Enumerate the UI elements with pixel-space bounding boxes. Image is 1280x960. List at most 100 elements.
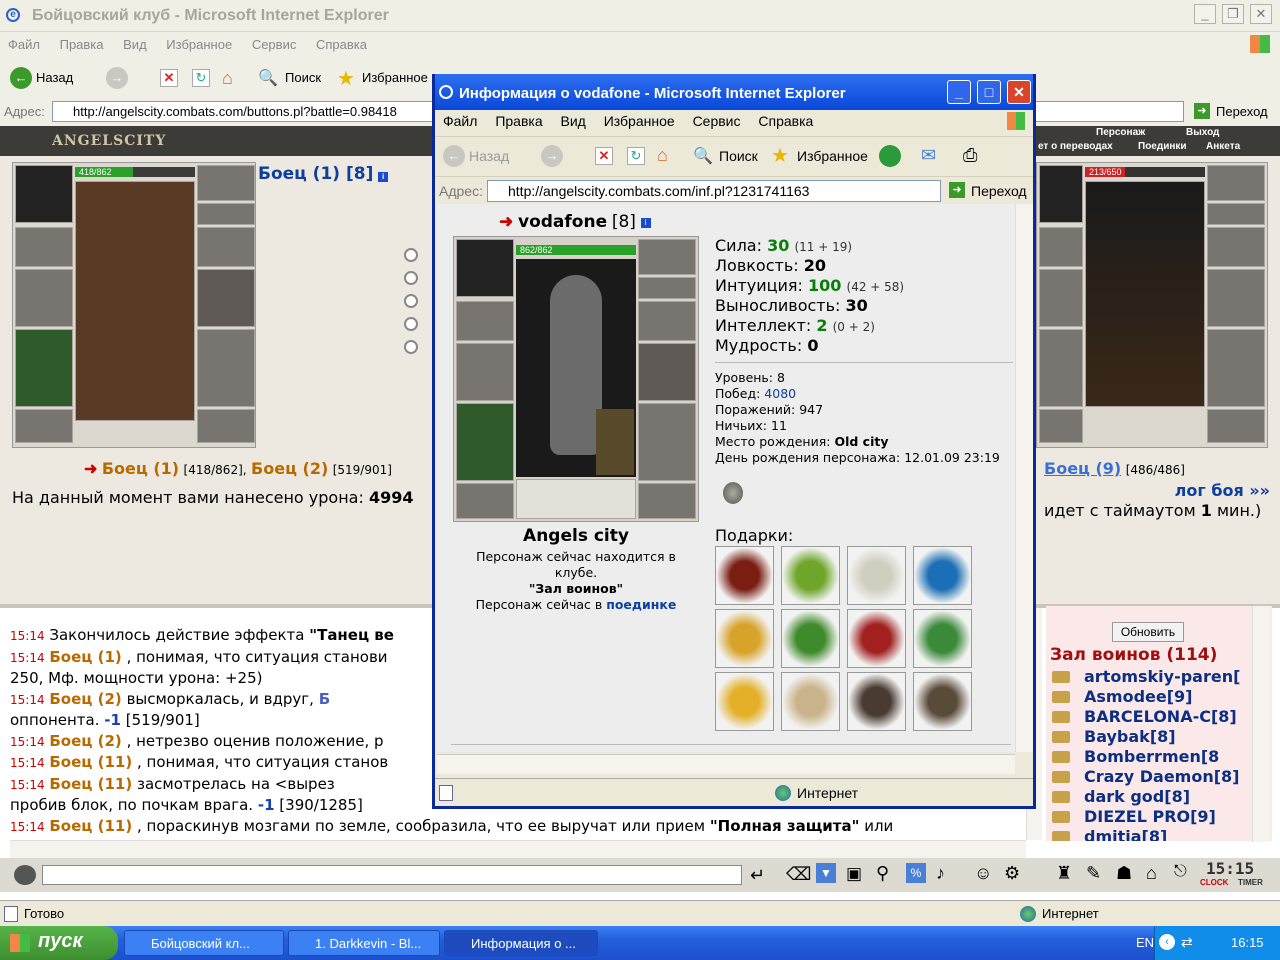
menu-favorites[interactable]: Избранное (166, 37, 232, 52)
settings-icon[interactable]: ⚙ (1004, 863, 1020, 884)
room-user[interactable]: BARCELONA-C[8] (1046, 707, 1272, 727)
blue-tree-icon[interactable] (913, 546, 972, 605)
popup-search-label[interactable]: Поиск (719, 148, 758, 164)
private-message-icon[interactable] (1052, 691, 1070, 703)
popup-hscrollbar[interactable] (437, 754, 1015, 774)
private-message-icon[interactable] (1052, 791, 1070, 803)
private-message-icon[interactable] (1052, 731, 1070, 743)
helmet-slot[interactable] (456, 239, 514, 297)
chat-fighter[interactable]: Боец (2) (49, 690, 121, 708)
rings-slot[interactable] (638, 277, 696, 299)
room-user[interactable]: artomskiy-paren[ (1046, 667, 1272, 687)
battle-log-link[interactable]: лог боя »» (1044, 481, 1270, 500)
room-user-name[interactable]: dark god[8] (1084, 787, 1190, 806)
popup-minimize-button[interactable]: _ (947, 80, 971, 104)
popup-favorites-label[interactable]: Избранное (797, 148, 868, 164)
room-user-name[interactable]: BARCELONA-C[8] (1084, 707, 1237, 726)
back-arrow-icon[interactable]: ← (443, 145, 465, 167)
room-user[interactable]: Baybak[8] (1046, 727, 1272, 747)
belt-slot[interactable] (1039, 409, 1083, 443)
room-user-name[interactable]: artomskiy-paren[ (1084, 667, 1240, 686)
game-link-exit[interactable]: Выход (1186, 127, 1219, 138)
popup-back-label[interactable]: Назад (469, 148, 509, 164)
orb-icon[interactable] (847, 546, 906, 605)
stop-icon[interactable]: ✕ (160, 69, 178, 87)
status-fighter-2[interactable]: Боец (2) (251, 459, 328, 478)
private-message-icon[interactable] (1052, 711, 1070, 723)
chat-input[interactable] (42, 865, 742, 885)
radio-icon[interactable] (404, 294, 418, 308)
popup-address-input[interactable] (487, 180, 941, 202)
rings-slot[interactable] (1207, 203, 1265, 225)
network-icon[interactable]: ⇄ (1181, 934, 1193, 951)
room-scrollbar[interactable] (1252, 606, 1270, 842)
bottle-icon[interactable] (913, 609, 972, 668)
close-button[interactable]: ✕ (1250, 4, 1272, 24)
stop-icon[interactable]: ✕ (595, 147, 613, 165)
back-label[interactable]: Назад (36, 70, 73, 85)
gold-bars-icon[interactable] (715, 609, 774, 668)
scroll-icon[interactable] (781, 672, 840, 731)
clear-icon[interactable]: ⌫ (786, 864, 811, 885)
room-user-name[interactable]: dmitia[8] (1084, 827, 1167, 841)
legs-slot[interactable] (638, 403, 696, 481)
game-link-transfers[interactable]: ет о переводах (1038, 141, 1113, 152)
search-label[interactable]: Поиск (285, 70, 321, 85)
go-label[interactable]: Переход (1216, 104, 1268, 119)
forward-arrow-icon[interactable]: → (106, 67, 128, 89)
beetle-icon[interactable] (913, 672, 972, 731)
room-user-name[interactable]: Crazy Daemon[8] (1084, 767, 1239, 786)
menu-help[interactable]: Справка (316, 37, 367, 52)
sword-slot[interactable] (1039, 269, 1083, 327)
amulet-slot[interactable] (197, 165, 255, 201)
game-link-profile[interactable]: Анкета (1206, 141, 1240, 152)
private-message-icon[interactable] (1052, 811, 1070, 823)
room-user[interactable]: Crazy Daemon[8] (1046, 767, 1272, 787)
left-fighter-name-text[interactable]: Боец (1) [8] (258, 164, 373, 184)
filter-icon[interactable]: ▼ (816, 863, 836, 883)
search-icon[interactable]: 🔍 (258, 68, 278, 88)
task-label[interactable]: Информация о ... (471, 936, 576, 951)
room-user[interactable]: Asmodee[9] (1046, 687, 1272, 707)
room-user-name[interactable]: DIEZEL PRO[9] (1084, 807, 1216, 826)
history-icon[interactable] (879, 145, 901, 167)
boots-slot[interactable] (638, 483, 696, 519)
menu-edit[interactable]: Правка (60, 37, 104, 52)
language-indicator[interactable]: EN (1136, 935, 1154, 950)
radio-icon[interactable] (404, 248, 418, 262)
chat-fighter[interactable]: Боец (11) (49, 775, 132, 793)
popup-menu-file[interactable]: Файл (443, 113, 477, 129)
left-fighter-name[interactable]: Боец (1) [8] i (258, 164, 389, 184)
group-icon[interactable]: ☗ (1116, 863, 1132, 884)
go-arrow-icon[interactable]: ➜ (1194, 103, 1210, 119)
favorites-star-icon[interactable]: ★ (771, 143, 789, 168)
popup-menu-favorites[interactable]: Избранное (604, 113, 675, 129)
refresh-icon[interactable]: ↻ (192, 69, 210, 87)
bracers-slot[interactable] (456, 301, 514, 341)
gloves-slot[interactable] (638, 301, 696, 341)
task-label[interactable]: Бойцовский кл... (151, 936, 250, 951)
private-message-icon[interactable] (1052, 771, 1070, 783)
search-icon[interactable]: 🔍 (693, 146, 713, 166)
refresh-button[interactable]: Обновить (1112, 622, 1184, 642)
favorites-star-icon[interactable]: ★ (337, 66, 355, 91)
popup-go-label[interactable]: Переход (971, 183, 1027, 199)
task-darkkevin[interactable]: 1. Darkkevin - Bl... (288, 930, 440, 956)
info-icon[interactable]: i (640, 217, 651, 228)
chat-fighter-partial[interactable]: Б (319, 690, 330, 708)
forward-arrow-icon[interactable]: → (541, 145, 563, 167)
belt-slot[interactable] (15, 409, 73, 443)
duel-link[interactable]: поединке (606, 597, 676, 612)
armor-slot[interactable] (15, 329, 73, 407)
chat-fighter[interactable]: Боец (2) (49, 732, 121, 750)
helmet-icon[interactable] (847, 672, 906, 731)
mail-icon[interactable]: ✉ (921, 145, 936, 166)
info-icon[interactable]: i (378, 172, 389, 182)
goblin-icon[interactable] (781, 609, 840, 668)
exit-icon[interactable]: ⎋ (1174, 863, 1187, 881)
smiley-icon[interactable]: ☺ (974, 863, 992, 884)
legs-slot[interactable] (1207, 329, 1265, 407)
status-fighter-1[interactable]: Боец (1) (102, 459, 179, 478)
bracers-slot[interactable] (15, 227, 73, 267)
popup-menu-view[interactable]: Вид (561, 113, 586, 129)
